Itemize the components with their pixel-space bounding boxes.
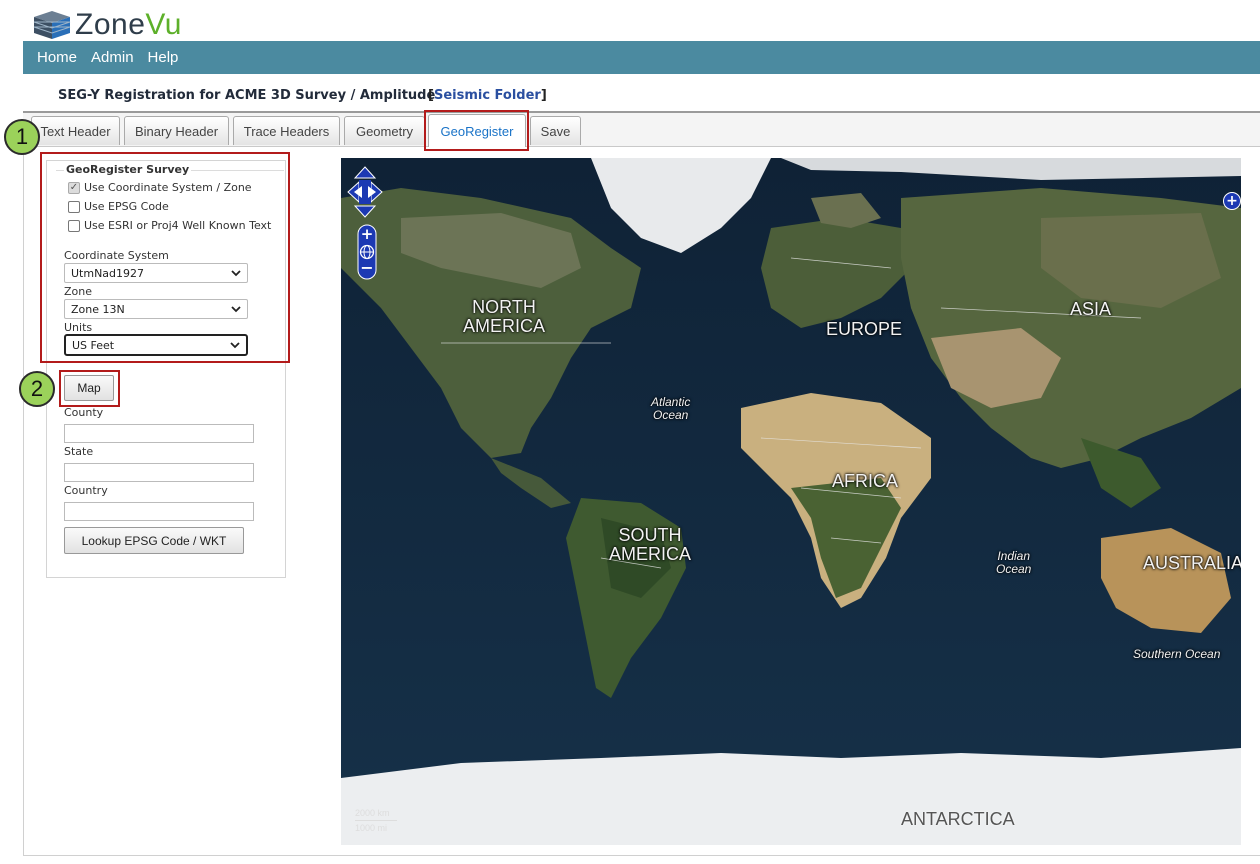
tab-trace-headers[interactable]: Trace Headers [233, 116, 340, 145]
map-label-north-america: NORTH AMERICA [463, 297, 546, 336]
coordinate-system-label: Coordinate System [64, 249, 169, 262]
zoom-control-icon[interactable]: + − [357, 224, 377, 280]
country-input[interactable] [64, 502, 254, 521]
scale-km: 2000 km [355, 808, 390, 818]
map-expand-plus-icon[interactable]: + [1223, 192, 1241, 210]
map-label-south-america: SOUTH AMERICA [609, 525, 692, 564]
option-label: Use Coordinate System / Zone [84, 181, 252, 194]
seismic-folder-link[interactable]: [Seismic Folder] [428, 88, 547, 103]
zonevu-logo[interactable]: ZoneVu [33, 8, 182, 42]
top-navbar: Home Admin Help [23, 41, 1260, 74]
state-input[interactable] [64, 463, 254, 482]
option-wkt[interactable]: Use ESRI or Proj4 Well Known Text [68, 219, 271, 232]
map-label-australia: AUSTRALIA [1143, 553, 1241, 573]
nav-help[interactable]: Help [148, 49, 179, 66]
zone-label: Zone [64, 285, 93, 298]
map-label-atlantic-ocean: Atlantic Ocean [651, 395, 691, 422]
map-label-indian-ocean: Indian Ocean [996, 549, 1032, 576]
tab-text-header[interactable]: Text Header [31, 116, 120, 145]
chevron-down-icon [231, 306, 241, 313]
option-coordinate-system[interactable]: ✓ Use Coordinate System / Zone [68, 181, 252, 194]
tab-geometry[interactable]: Geometry [344, 116, 425, 145]
zoom-in-icon: + [361, 225, 374, 243]
option-label: Use EPSG Code [84, 200, 169, 213]
zoom-out-icon: − [360, 258, 373, 277]
tab-save[interactable]: Save [530, 116, 581, 145]
map-label-antarctica: ANTARCTICA [901, 809, 1015, 829]
nav-admin[interactable]: Admin [91, 49, 134, 66]
option-label: Use ESRI or Proj4 Well Known Text [84, 219, 272, 232]
coordinate-system-select[interactable]: UtmNad1927 [64, 263, 248, 283]
units-select[interactable]: US Feet [64, 334, 248, 356]
map-label-africa: AFRICA [832, 471, 899, 491]
scale-mi: 1000 mi [355, 823, 388, 833]
map-scale-bar: 2000 km 1000 mi [355, 808, 397, 833]
callout-1: 1 [4, 119, 40, 155]
nav-home[interactable]: Home [37, 49, 77, 66]
option-epsg[interactable]: Use EPSG Code [68, 200, 169, 213]
zone-select[interactable]: Zone 13N [64, 299, 248, 319]
logo-text: ZoneVu [75, 8, 182, 41]
checkbox-checked-icon[interactable]: ✓ [68, 181, 80, 194]
georegister-legend: GeoRegister Survey [64, 163, 192, 176]
tab-binary-header[interactable]: Binary Header [124, 116, 229, 145]
checkbox-icon[interactable] [68, 219, 80, 232]
lookup-epsg-button[interactable]: Lookup EPSG Code / WKT [64, 527, 244, 554]
state-label: State [64, 445, 94, 458]
select-value: US Feet [72, 338, 115, 352]
select-value: Zone 13N [71, 302, 125, 316]
county-input[interactable] [64, 424, 254, 443]
select-value: UtmNad1927 [71, 266, 145, 280]
map-label-southern-ocean: Southern Ocean [1133, 647, 1221, 661]
chevron-down-icon [230, 342, 240, 349]
units-label: Units [64, 321, 93, 334]
map-label-europe: EUROPE [826, 319, 903, 339]
checkbox-icon[interactable] [68, 200, 80, 213]
page-title: SEG-Y Registration for ACME 3D Survey / … [58, 88, 436, 103]
satellite-imagery [341, 158, 1241, 845]
map-label-asia: ASIA [1070, 299, 1112, 319]
chevron-down-icon [231, 270, 241, 277]
tab-georegister[interactable]: GeoRegister [428, 114, 526, 147]
country-label: Country [64, 484, 108, 497]
pan-control-icon[interactable] [347, 166, 383, 218]
callout-2: 2 [19, 371, 55, 407]
map-button[interactable]: Map [64, 375, 114, 401]
world-map[interactable]: NORTH AMERICA EUROPE ASIA AFRICA SOUTH AME… [341, 158, 1241, 845]
county-label: County [64, 406, 104, 419]
cube-logo-icon [33, 11, 71, 39]
